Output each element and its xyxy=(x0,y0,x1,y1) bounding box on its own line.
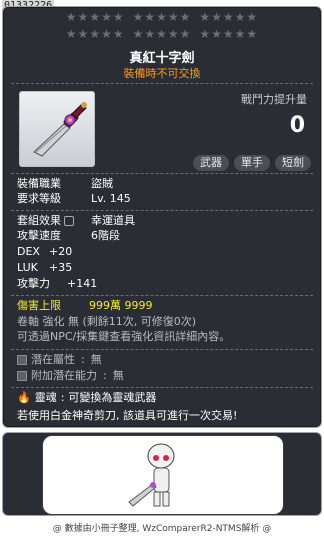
starforce-row-2: ★★★★★ ★★★★★ ★★★★★ xyxy=(65,27,259,41)
divider xyxy=(11,173,313,174)
tag-weapon: 武器 xyxy=(193,155,229,171)
tag-dagger: 短劍 xyxy=(275,155,311,171)
flame-icon: 🔥 xyxy=(17,391,31,404)
additional-potential-row: 附加潛在能力: 無 xyxy=(17,369,124,383)
divider xyxy=(11,349,313,350)
character-avatar-icon xyxy=(128,443,175,507)
character-preview-panel xyxy=(2,432,322,516)
luk-row: LUK +35 xyxy=(17,261,73,274)
starforce-row-1: ★★★★★ ★★★★★ ★★★★★ xyxy=(65,10,259,24)
character-preview xyxy=(42,435,284,515)
item-icon xyxy=(19,91,95,167)
item-tags: 武器 單手 短劍 xyxy=(193,155,311,171)
upgrade-info-hint: 可透過NPC/採集鍵查看強化資訊詳細內容。 xyxy=(17,330,231,343)
damage-cap-row: 傷害上限 999萬 9999 xyxy=(17,299,153,312)
divider xyxy=(11,210,313,211)
trade-hint: 若使用白金神奇剪刀, 該道具可進行一次交易! xyxy=(17,409,238,422)
soul-weapon-row: 🔥 靈魂: 可變換為靈魂武器 xyxy=(17,391,157,404)
combat-power-value: 0 xyxy=(289,113,305,138)
dex-row: DEX +20 xyxy=(17,245,73,258)
set-effect-row: 套組效果 幸運道具 xyxy=(17,214,135,227)
item-tooltip: ★★★★★ ★★★★★ ★★★★★ ★★★★★ ★★★★★ ★★★★★ 真紅十字劍 裝備… xyxy=(2,6,322,428)
footer-credit: @ 數據由小冊子整理, WzComparerR2-NTMS解析 @ xyxy=(52,524,272,534)
potential-indicator-icon xyxy=(17,355,27,365)
attack-speed-row: 攻擊速度 6階段 xyxy=(17,229,120,242)
item-name: 真紅十字劍 xyxy=(129,51,195,66)
tag-one-handed: 單手 xyxy=(234,155,270,171)
attack-row: 攻擊力 +141 xyxy=(17,277,98,290)
additional-potential-indicator-icon xyxy=(17,371,27,381)
upgrade-info: 卷軸 強化 無 (剩餘11次, 可修復0次) xyxy=(17,315,197,328)
set-icon xyxy=(64,216,74,226)
trade-restriction: 裝備時不可交換 xyxy=(123,67,201,80)
potential-row: 潛在屬性: 無 xyxy=(17,353,102,367)
level-row: 要求等級 Lv. 145 xyxy=(17,192,131,205)
divider xyxy=(11,83,313,84)
divider xyxy=(11,295,313,296)
dagger-icon xyxy=(33,102,87,157)
divider xyxy=(11,387,313,388)
job-row: 裝備職業 盜賊 xyxy=(17,177,113,190)
combat-power-label: 戰鬥力提升量 xyxy=(241,93,307,106)
